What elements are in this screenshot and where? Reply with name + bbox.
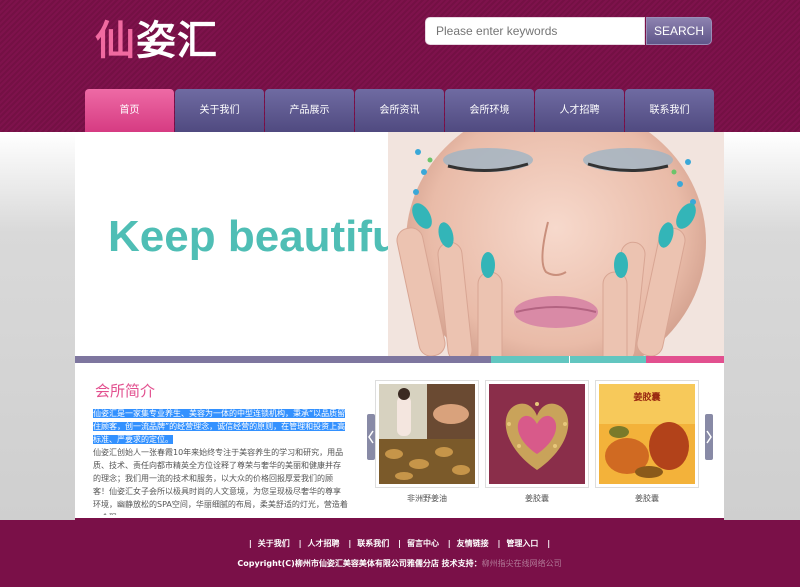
nav-item-home[interactable]: 首页 [85, 89, 174, 132]
footer: | 关于我们 | 人才招聘 | 联系我们 | 留言中心 | 友情链接 | 管理入口 | Co… [75, 518, 724, 587]
carousel-prev-arrow[interactable] [367, 414, 375, 460]
carousel-next-arrow[interactable] [705, 414, 713, 460]
strip-segment-purple [75, 356, 491, 363]
header: 仙姿汇 SEARCH 首页 关于我们 产品展示 会所资讯 会所环境 人才招聘 联… [0, 0, 800, 132]
color-strip [75, 356, 724, 363]
strip-segment-teal [491, 356, 569, 363]
intro-highlight: 仙姿汇是一家集专业养生、美容为一体的中型连锁机构，秉承“以品质留住顾客，创一流品… [93, 409, 346, 444]
product-box-label: 姜胶囊 [633, 391, 661, 403]
nav-item-jobs[interactable]: 人才招聘 [535, 89, 624, 132]
search-button[interactable]: SEARCH [646, 17, 712, 45]
logo[interactable]: 仙姿汇 [95, 8, 218, 66]
product-card[interactable]: 姜胶囊 姜胶囊 [595, 380, 699, 510]
banner-face-photo [388, 132, 724, 356]
intro-text: 仙姿汇是一家集专业养生、美容为一体的中型连锁机构，秉承“以品质留住顾客，创一流品… [93, 407, 348, 515]
tech-support-link[interactable]: 柳州指尖在线网络公司 [482, 559, 562, 568]
footer-link-admin[interactable]: 管理入口 [506, 539, 538, 548]
intro-body: 仙姿汇创始人一张春霞10年来始终专注于美容养生的学习和研究，用品质、技术、责任向… [93, 448, 348, 515]
chevron-left-icon [368, 430, 374, 444]
product-image-capsule-heart [489, 384, 585, 484]
footer-link-friends[interactable]: 友情链接 [457, 539, 489, 548]
footer-link-about[interactable]: 关于我们 [258, 539, 290, 548]
product-caption[interactable]: 姜胶囊 [595, 493, 699, 504]
footer-link-contact[interactable]: 联系我们 [357, 539, 389, 548]
product-image-capsule-box: 姜胶囊 [599, 384, 695, 484]
nav-item-about[interactable]: 关于我们 [175, 89, 264, 132]
nav-item-environment[interactable]: 会所环境 [445, 89, 534, 132]
product-thumb[interactable] [375, 380, 479, 488]
strip-segment-teal-2 [569, 356, 646, 363]
copyright: Copyright(C)柳州市仙姿汇美容美体有限公司雅儒分店 技术支持：柳州指尖… [237, 559, 562, 568]
footer-link-jobs[interactable]: 人才招聘 [308, 539, 340, 548]
intro-title: 会所简介 [95, 382, 156, 400]
banner-slogan: Keep beautiful [108, 212, 412, 261]
banner: Keep beautiful [75, 132, 724, 356]
strip-segment-pink [646, 356, 724, 363]
nav-item-products[interactable]: 产品展示 [265, 89, 354, 132]
footer-links: | 关于我们 | 人才招聘 | 联系我们 | 留言中心 | 友情链接 | 管理入口 | [248, 539, 551, 548]
product-image-ginger-oil [379, 384, 475, 484]
product-caption[interactable]: 非洲野姜油 [375, 493, 479, 504]
chevron-right-icon [706, 430, 712, 444]
footer-link-messages[interactable]: 留言中心 [407, 539, 439, 548]
product-card[interactable]: 非洲野姜油 [375, 380, 479, 510]
product-caption[interactable]: 姜胶囊 [485, 493, 589, 504]
nav-item-contact[interactable]: 联系我们 [625, 89, 714, 132]
product-thumb[interactable]: 姜胶囊 [595, 380, 699, 488]
product-thumb[interactable] [485, 380, 589, 488]
main-nav: 首页 关于我们 产品展示 会所资讯 会所环境 人才招聘 联系我们 [85, 89, 715, 132]
main-content: Keep beautiful 会所简介 仙姿汇是一家集专业养生、美容为一体的中型… [75, 132, 724, 518]
product-card[interactable]: 姜胶囊 [485, 380, 589, 510]
search-input[interactable] [425, 17, 645, 45]
nav-item-news[interactable]: 会所资讯 [355, 89, 444, 132]
